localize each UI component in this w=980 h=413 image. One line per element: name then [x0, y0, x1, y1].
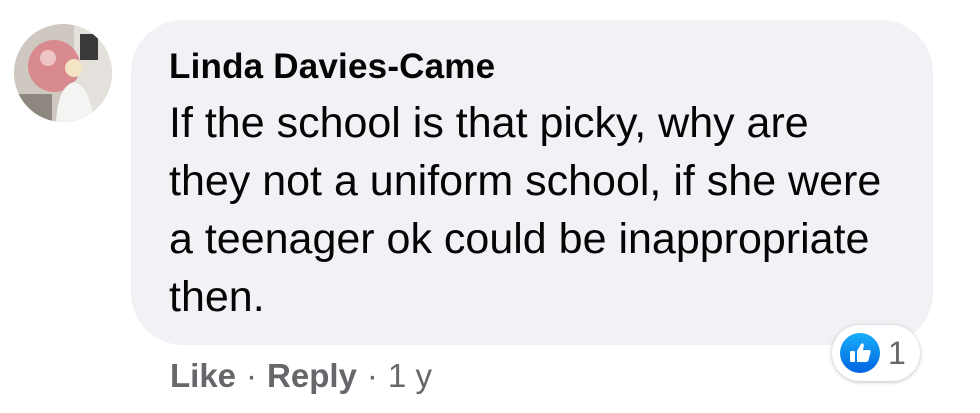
thumbs-up-icon: [840, 333, 880, 373]
comment-text: If the school is that picky, why are the…: [169, 99, 882, 321]
like-button[interactable]: Like: [170, 354, 236, 398]
avatar-photo: [14, 24, 112, 122]
reactions-badge[interactable]: 1: [832, 325, 920, 381]
separator: ·: [366, 357, 378, 394]
comment-actions: Like · Reply · 1 y: [170, 354, 432, 398]
separator: ·: [246, 357, 258, 394]
avatar[interactable]: [14, 24, 112, 122]
comment-author[interactable]: Linda Davies-Came: [169, 44, 895, 90]
comment-bubble: Linda Davies-Came If the school is that …: [131, 20, 933, 345]
reaction-count: 1: [888, 334, 906, 371]
timestamp[interactable]: 1 y: [388, 354, 432, 398]
reply-button[interactable]: Reply: [267, 354, 357, 398]
